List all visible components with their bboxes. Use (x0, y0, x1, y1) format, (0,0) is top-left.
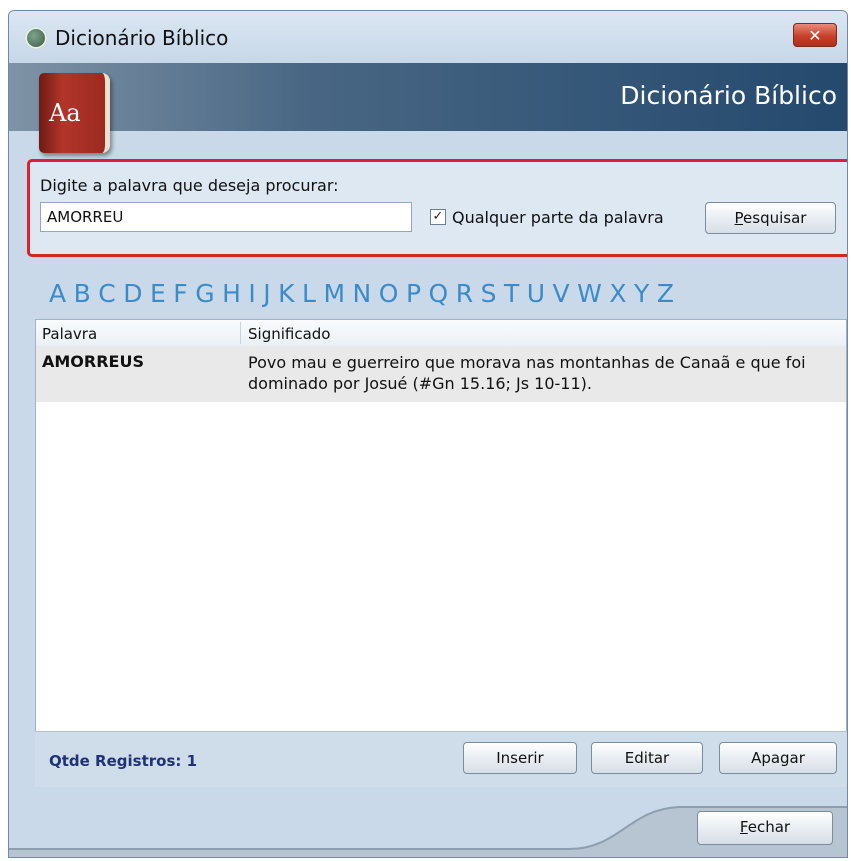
alphabet-letter-n[interactable]: N (353, 279, 372, 308)
alphabet-letter-x[interactable]: X (609, 279, 627, 308)
search-panel: Digite a palavra que deseja procurar: ✓ … (27, 159, 847, 257)
alphabet-letter-i[interactable]: I (248, 279, 256, 308)
alphabet-letter-w[interactable]: W (577, 279, 602, 308)
alphabet-letter-m[interactable]: M (323, 279, 345, 308)
alphabet-letter-s[interactable]: S (481, 279, 497, 308)
alphabet-letter-h[interactable]: H (222, 279, 241, 308)
app-logo-icon (25, 27, 47, 49)
column-divider[interactable] (240, 322, 241, 344)
alphabet-letter-f[interactable]: F (173, 279, 188, 308)
title-bar: Dicionário Bíblico ✕ (9, 11, 847, 63)
column-header-significado[interactable]: Significado (248, 325, 330, 343)
alphabet-index: ABCDEFGHIJKLMNOPQRSTUVWXYZ (49, 279, 681, 308)
record-count: Qtde Registros: 1 (49, 752, 198, 770)
close-button[interactable]: Fechar (697, 811, 833, 845)
book-icon: Aa (39, 73, 110, 153)
close-icon: ✕ (808, 26, 822, 45)
alphabet-letter-c[interactable]: C (98, 279, 116, 308)
search-button-label: esquisar (743, 209, 807, 227)
close-button-label: echar (747, 818, 791, 836)
dictionary-window: Dicionário Bíblico ✕ Dicionário Bíblico … (8, 10, 848, 858)
search-button-accel: P (734, 209, 744, 227)
records-footer: Qtde Registros: 1 Inserir Editar Apagar (35, 731, 847, 787)
alphabet-letter-u[interactable]: U (527, 279, 546, 308)
search-button[interactable]: Pesquisar (705, 202, 836, 234)
alphabet-letter-p[interactable]: P (406, 279, 422, 308)
alphabet-letter-e[interactable]: E (150, 279, 166, 308)
row-palavra: AMORREUS (42, 352, 144, 371)
table-header: Palavra Significado (36, 320, 846, 347)
alphabet-letter-a[interactable]: A (49, 279, 67, 308)
alphabet-letter-b[interactable]: B (74, 279, 92, 308)
banner-title: Dicionário Bíblico (620, 81, 837, 110)
alphabet-letter-k[interactable]: K (278, 279, 295, 308)
alphabet-letter-g[interactable]: G (195, 279, 215, 308)
header-banner: Dicionário Bíblico (9, 63, 847, 131)
results-table: Palavra Significado AMORREUS Povo mau e … (35, 319, 847, 787)
edit-button[interactable]: Editar (591, 742, 703, 774)
close-window-button[interactable]: ✕ (793, 23, 837, 47)
column-header-palavra[interactable]: Palavra (42, 325, 97, 343)
alphabet-letter-v[interactable]: V (553, 279, 571, 308)
close-button-accel: F (739, 818, 748, 836)
any-part-checkbox-label[interactable]: Qualquer parte da palavra (452, 208, 664, 227)
alphabet-letter-d[interactable]: D (123, 279, 143, 308)
search-prompt-label: Digite a palavra que deseja procurar: (40, 176, 339, 195)
any-part-checkbox[interactable]: ✓ (430, 209, 446, 225)
row-significado: Povo mau e guerreiro que morava nas mont… (248, 353, 806, 393)
alphabet-letter-r[interactable]: R (456, 279, 474, 308)
alphabet-letter-y[interactable]: Y (634, 279, 650, 308)
table-row[interactable]: AMORREUS Povo mau e guerreiro que morava… (36, 346, 846, 402)
alphabet-letter-j[interactable]: J (263, 279, 271, 308)
insert-button[interactable]: Inserir (463, 742, 577, 774)
alphabet-letter-o[interactable]: O (379, 279, 399, 308)
search-input[interactable] (40, 202, 412, 232)
alphabet-letter-t[interactable]: T (504, 279, 520, 308)
alphabet-letter-q[interactable]: Q (429, 279, 449, 308)
window-title: Dicionário Bíblico (55, 26, 229, 50)
book-icon-label: Aa (49, 99, 81, 127)
alphabet-letter-l[interactable]: L (302, 279, 316, 308)
alphabet-letter-z[interactable]: Z (657, 279, 675, 308)
delete-button[interactable]: Apagar (719, 742, 837, 774)
